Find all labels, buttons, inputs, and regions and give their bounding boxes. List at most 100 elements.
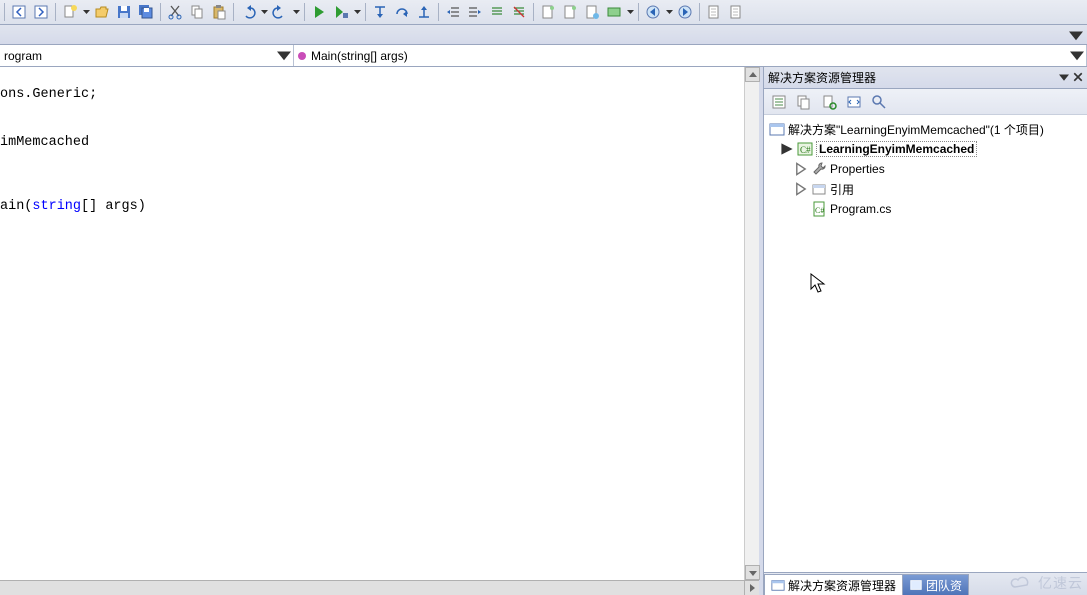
- member-selector[interactable]: Main(string[] args): [294, 45, 1087, 66]
- show-all-icon[interactable]: [793, 91, 815, 113]
- paste-icon[interactable]: [209, 2, 229, 22]
- main-area: ons.Generic; imMemcached ain(string[] ar…: [0, 67, 1087, 595]
- expander-closed-icon[interactable]: [794, 162, 808, 176]
- tab-solution-explorer[interactable]: 解决方案资源管理器: [764, 574, 903, 595]
- solution-explorer-title: 解决方案资源管理器: [768, 69, 876, 86]
- team-icon: [909, 578, 923, 592]
- solution-tree[interactable]: 解决方案"LearningEnyimMemcached"(1 个项目) C# L…: [764, 115, 1087, 572]
- csharp-file-icon: C#: [811, 201, 827, 217]
- run-icon[interactable]: [309, 2, 329, 22]
- solution-label: 解决方案"LearningEnyimMemcached"(1 个项目): [788, 121, 1044, 138]
- step-out-icon[interactable]: [414, 2, 434, 22]
- toolbar-separator: [365, 3, 366, 21]
- panel-tab-strip: 解决方案资源管理器 团队资: [764, 572, 1087, 595]
- solution-explorer-pane: 解决方案资源管理器 解决方案"LearningEnyimMemcached"(1…: [763, 67, 1087, 595]
- references-node[interactable]: 引用: [766, 179, 1085, 199]
- scroll-right-icon[interactable]: [744, 581, 759, 595]
- properties-label: Properties: [830, 162, 885, 176]
- new-item-dropdown-icon[interactable]: [82, 2, 90, 22]
- expander-open-icon[interactable]: [780, 142, 794, 156]
- tab-overflow-icon[interactable]: [1069, 28, 1083, 42]
- redo-icon[interactable]: [270, 2, 290, 22]
- horizontal-scrollbar[interactable]: [0, 580, 759, 595]
- toolbar-separator: [638, 3, 639, 21]
- doc2-icon[interactable]: [726, 2, 746, 22]
- csharp-project-icon: C#: [797, 141, 813, 157]
- save-icon[interactable]: [114, 2, 134, 22]
- solution-node[interactable]: 解决方案"LearningEnyimMemcached"(1 个项目): [766, 119, 1085, 139]
- tab-label: 团队资: [926, 577, 962, 594]
- properties-icon[interactable]: [768, 91, 790, 113]
- open-icon[interactable]: [92, 2, 112, 22]
- view-code-icon[interactable]: [843, 91, 865, 113]
- chevron-down-icon: [1070, 48, 1084, 62]
- doc-refresh-icon[interactable]: [582, 2, 602, 22]
- toolbar-separator: [699, 3, 700, 21]
- doc-open-icon[interactable]: [560, 2, 580, 22]
- properties-node[interactable]: Properties: [766, 159, 1085, 179]
- document-tab-strip: [0, 25, 1087, 45]
- indent-right-icon[interactable]: [465, 2, 485, 22]
- toolbar-separator: [55, 3, 56, 21]
- save-all-icon[interactable]: [136, 2, 156, 22]
- forward-icon[interactable]: [31, 2, 51, 22]
- nav-forward-icon[interactable]: [675, 2, 695, 22]
- vertical-scrollbar[interactable]: [744, 67, 759, 595]
- chevron-down-icon: [277, 48, 291, 62]
- run-config-icon[interactable]: [331, 2, 351, 22]
- uncomment-icon[interactable]: [509, 2, 529, 22]
- dropdown-icon[interactable]: [1059, 71, 1069, 85]
- project-node[interactable]: C# LearningEnyimMemcached: [766, 139, 1085, 159]
- code-editor-pane: ons.Generic; imMemcached ain(string[] ar…: [0, 67, 763, 595]
- member-selector-label: Main(string[] args): [311, 49, 1084, 63]
- nav-back-dropdown-icon[interactable]: [665, 2, 673, 22]
- indent-left-icon[interactable]: [443, 2, 463, 22]
- new-item-icon[interactable]: [60, 2, 80, 22]
- code-line: imMemcached: [0, 135, 89, 150]
- toolbar-separator: [233, 3, 234, 21]
- view-designer-icon[interactable]: [868, 91, 890, 113]
- expander-placeholder: [794, 202, 808, 216]
- doc-new-icon[interactable]: [538, 2, 558, 22]
- toolbar-separator: [304, 3, 305, 21]
- class-selector-label: rogram: [4, 49, 291, 63]
- class-selector[interactable]: rogram: [0, 45, 294, 66]
- step-over-icon[interactable]: [392, 2, 412, 22]
- toolbar-separator: [160, 3, 161, 21]
- wrench-icon: [811, 161, 827, 177]
- doc1-icon[interactable]: [704, 2, 724, 22]
- navigation-bar: rogram Main(string[] args): [0, 45, 1087, 67]
- code-editor[interactable]: ons.Generic; imMemcached ain(string[] ar…: [0, 67, 744, 595]
- project-label: LearningEnyimMemcached: [816, 141, 977, 157]
- svg-text:C#: C#: [815, 206, 824, 215]
- solution-icon: [771, 578, 785, 592]
- redo-dropdown-icon[interactable]: [292, 2, 300, 22]
- scroll-up-icon[interactable]: [745, 67, 760, 82]
- tab-team-explorer[interactable]: 团队资: [902, 574, 969, 595]
- code-line: ain(string[] args): [0, 199, 146, 214]
- close-icon[interactable]: [1073, 71, 1083, 85]
- highlight-dropdown-icon[interactable]: [626, 2, 634, 22]
- highlight-green-icon[interactable]: [604, 2, 624, 22]
- file-label: Program.cs: [830, 202, 891, 216]
- step-into-icon[interactable]: [370, 2, 390, 22]
- solution-explorer-title-bar[interactable]: 解决方案资源管理器: [764, 67, 1087, 89]
- references-icon: [811, 181, 827, 197]
- file-node-program[interactable]: C# Program.cs: [766, 199, 1085, 219]
- toolbar-separator: [438, 3, 439, 21]
- back-icon[interactable]: [9, 2, 29, 22]
- expander-closed-icon[interactable]: [794, 182, 808, 196]
- copy-icon[interactable]: [187, 2, 207, 22]
- cut-icon[interactable]: [165, 2, 185, 22]
- nav-back-icon[interactable]: [643, 2, 663, 22]
- scroll-down-icon[interactable]: [745, 565, 760, 580]
- solution-explorer-toolbar: [764, 89, 1087, 115]
- solution-icon: [769, 121, 785, 137]
- comment-icon[interactable]: [487, 2, 507, 22]
- refresh-icon[interactable]: [818, 91, 840, 113]
- undo-icon[interactable]: [238, 2, 258, 22]
- tab-label: 解决方案资源管理器: [788, 577, 896, 594]
- toolbar-separator: [533, 3, 534, 21]
- undo-dropdown-icon[interactable]: [260, 2, 268, 22]
- run-dropdown-icon[interactable]: [353, 2, 361, 22]
